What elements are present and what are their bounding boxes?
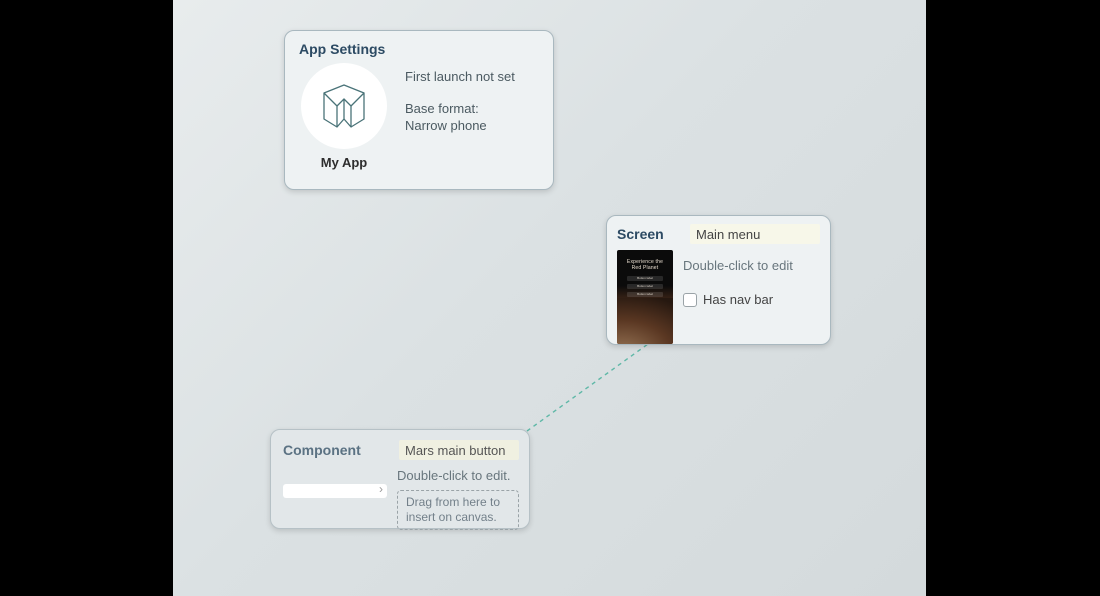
thumbnail-button: Button label: [627, 284, 663, 289]
component-edit-hint: Double-click to edit.: [397, 468, 519, 484]
screen-thumbnail[interactable]: Experience the Red Planet Button label B…: [617, 250, 673, 344]
design-canvas[interactable]: App Settings My App: [173, 0, 926, 596]
component-name-input[interactable]: [399, 440, 519, 460]
has-nav-bar-checkbox[interactable]: [683, 293, 697, 307]
screen-panel[interactable]: Screen Experience the Red Planet Button …: [606, 215, 831, 345]
app-settings-panel[interactable]: App Settings My App: [284, 30, 554, 190]
screen-name-input[interactable]: [690, 224, 820, 244]
component-preview[interactable]: [283, 484, 387, 498]
app-logo-icon: [317, 79, 371, 133]
thumbnail-button: Button label: [627, 276, 663, 281]
screen-panel-title: Screen: [617, 226, 664, 242]
component-panel[interactable]: Component Double-click to edit. Drag fro…: [270, 429, 530, 529]
component-drag-handle[interactable]: Drag from here to insert on canvas.: [397, 490, 519, 530]
has-nav-bar-label: Has nav bar: [703, 292, 773, 307]
app-settings-title: App Settings: [299, 41, 539, 57]
first-launch-status: First launch not set: [405, 69, 515, 85]
thumbnail-heading: Experience the Red Planet: [617, 260, 673, 272]
has-nav-bar-row[interactable]: Has nav bar: [683, 292, 793, 307]
app-name-label: My App: [321, 155, 367, 170]
screen-edit-hint: Double-click to edit: [683, 258, 793, 274]
thumbnail-button: Button label: [627, 292, 663, 297]
base-format-info: Base format: Narrow phone: [405, 101, 515, 134]
component-panel-title: Component: [283, 442, 361, 458]
app-icon: [301, 63, 387, 149]
